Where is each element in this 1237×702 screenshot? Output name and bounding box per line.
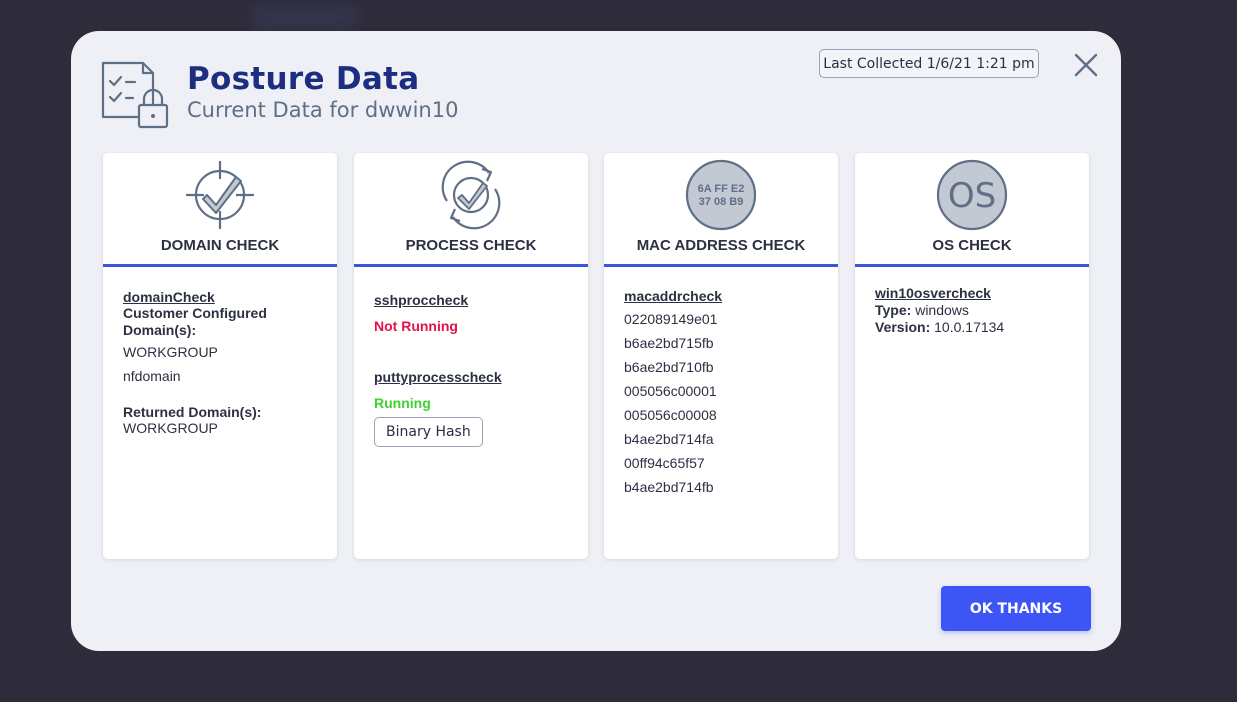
os-version-label: Version: [875,319,931,335]
mac-icon-line-1: 6A FF E2 [698,183,745,195]
page-title: Posture Data [187,61,420,97]
mac-address-item: b4ae2bd714fb [624,479,714,495]
process-status-1: Not Running [374,318,458,334]
mac-icon-line-2: 37 08 B9 [699,196,744,208]
os-icon-text: OS [948,176,996,216]
returned-domains-label: Returned Domain(s): [123,404,262,420]
card-header: OS OS CHECK [855,153,1089,267]
background-shape [250,4,360,30]
mac-address-item: 005056c00001 [624,383,717,399]
ok-thanks-button[interactable]: OK THANKS [941,586,1091,631]
last-collected-badge: Last Collected 1/6/21 1:21 pm [819,49,1039,78]
mac-address-item: b6ae2bd715fb [624,335,714,351]
mac-address-item: 022089149e01 [624,311,718,327]
checklist-lock-icon [101,61,169,129]
process-status-2: Running [374,395,431,411]
mac-address-item: 005056c00008 [624,407,717,423]
process-check-link-1[interactable]: sshproccheck [374,292,568,308]
page-subtitle: Current Data for dwwin10 [187,98,459,122]
refresh-check-icon [441,160,501,230]
configured-domains-label: Customer Configured Domain(s): [123,305,267,338]
process-check-link-2[interactable]: puttyprocesscheck [374,369,568,385]
os-type-row: Type: windows [875,302,1069,319]
card-title: PROCESS CHECK [405,237,537,254]
card-title: MAC ADDRESS CHECK [636,237,806,254]
domain-check-link[interactable]: domainCheck [123,289,317,305]
posture-data-modal: Posture Data Current Data for dwwin10 La… [71,31,1121,651]
card-title: OS CHECK [932,237,1012,254]
domain-check-card: DOMAIN CHECK domainCheck Customer Config… [103,153,337,559]
close-icon[interactable] [1072,51,1100,79]
os-version-row: Version: 10.0.17134 [875,319,1069,336]
card-title: DOMAIN CHECK [160,237,280,254]
os-type-value: windows [915,302,969,318]
card-header: DOMAIN CHECK [103,153,337,267]
target-check-icon [186,161,254,229]
os-check-link[interactable]: win10osvercheck [875,285,1069,302]
os-icon: OS [936,159,1008,231]
card-header: PROCESS CHECK [354,153,588,267]
mac-address-item: b4ae2bd714fa [624,431,714,447]
returned-domain: WORKGROUP [123,420,218,436]
configured-domain-1: WORKGROUP [123,344,218,360]
mac-address-check-card: 6A FF E2 37 08 B9 MAC ADDRESS CHECK maca… [604,153,838,559]
card-header: 6A FF E2 37 08 B9 MAC ADDRESS CHECK [604,153,838,267]
process-check-card: PROCESS CHECK sshproccheck Not Running p… [354,153,588,559]
mac-check-link[interactable]: macaddrcheck [624,289,818,304]
mac-address-item: 00ff94c65f57 [624,455,705,471]
os-check-card: OS OS CHECK win10osvercheck Type: window… [855,153,1089,559]
mac-address-icon: 6A FF E2 37 08 B9 [685,159,757,231]
mac-address-item: b6ae2bd710fb [624,359,714,375]
binary-hash-button[interactable]: Binary Hash [374,417,483,447]
configured-domain-2: nfdomain [123,368,181,384]
os-type-label: Type: [875,302,912,318]
os-version-value: 10.0.17134 [934,319,1005,335]
